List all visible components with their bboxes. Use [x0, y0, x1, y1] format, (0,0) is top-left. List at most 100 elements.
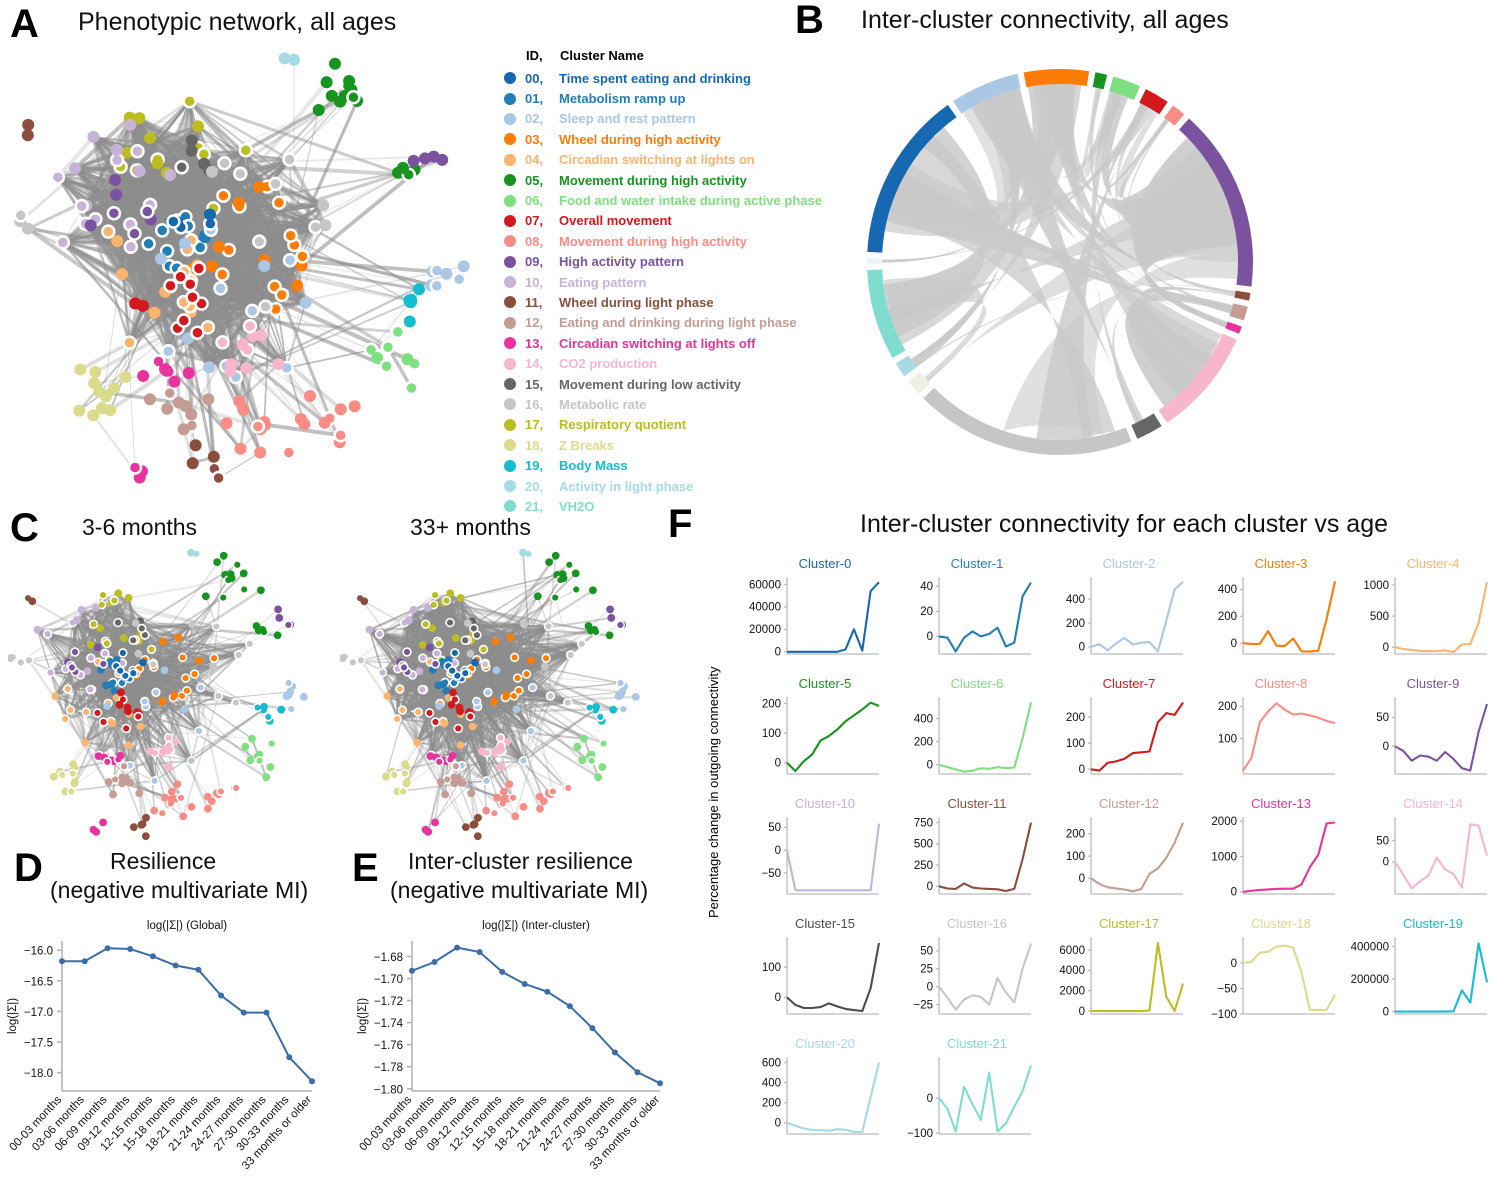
legend-item-id: 01, — [525, 91, 559, 106]
subplot-y-tick: 25 — [920, 964, 933, 976]
legend-color-dot — [504, 72, 516, 84]
subplot-line — [939, 583, 1031, 652]
legend-color-dot — [504, 195, 516, 207]
legend-color-dot — [504, 133, 516, 145]
legend-item: 21,VH2O — [504, 496, 804, 516]
cluster-subplot: Cluster-00200004000060000 — [735, 556, 887, 676]
subplot-line — [1243, 581, 1335, 651]
cluster-subplot: Cluster-150100 — [735, 916, 887, 1036]
legend-item-id: 18, — [525, 438, 559, 453]
legend-header-id: ID, — [526, 48, 560, 63]
legend-item: 11,Wheel during light phase — [504, 292, 804, 312]
panel-a-letter: A — [10, 4, 39, 44]
subplot-line — [1243, 946, 1335, 1010]
legend-color-dot — [504, 337, 516, 349]
legend-item: 06,Food and water intake during active p… — [504, 190, 804, 210]
subplot-title: Cluster-2 — [1079, 556, 1179, 571]
subplot-y-tick: −50 — [1217, 983, 1237, 995]
legend-item: 13,Circadian switching at lights off — [504, 333, 804, 353]
subplot-y-tick: 1000 — [1211, 851, 1237, 863]
chord-arc-18[interactable] — [908, 372, 930, 394]
legend-item-id: 04, — [525, 152, 559, 167]
subplot-title: Cluster-11 — [927, 796, 1027, 811]
data-line — [62, 948, 312, 1081]
y-tick-label: −1.74 — [374, 1018, 404, 1030]
subplot-line — [939, 944, 1031, 1010]
cluster-subplot: Cluster-30200400 — [1191, 556, 1343, 676]
legend-item-id: 19, — [525, 458, 559, 473]
panel-a-network — [0, 40, 500, 490]
chord-arc-05[interactable] — [1093, 72, 1108, 89]
panel-d-letter: D — [14, 848, 43, 888]
legend-item-name: Movement during high activity — [559, 173, 747, 188]
subplot-y-tick: 500 — [914, 839, 933, 851]
legend-item-name: Body Mass — [559, 458, 628, 473]
subplot-y-tick: 40000 — [749, 602, 781, 614]
subplot-line — [1395, 943, 1487, 1011]
subplot-y-tick: 50 — [768, 822, 781, 834]
data-line — [412, 948, 660, 1084]
subplot-line — [787, 824, 879, 891]
subplot-y-tick: 0 — [927, 981, 933, 993]
subplot-line — [1395, 582, 1487, 652]
legend-item-id: 13, — [525, 336, 559, 351]
subplot-y-tick: 0 — [1079, 764, 1085, 776]
y-tick-label: −17.0 — [24, 1007, 53, 1019]
legend-item: 14,CO2 production — [504, 353, 804, 373]
subplot-y-tick: 0 — [927, 760, 933, 772]
subplot-line — [1091, 823, 1183, 892]
chord-arc-other[interactable] — [867, 258, 882, 263]
data-point — [286, 1054, 292, 1060]
subplot-y-tick: 100 — [762, 962, 781, 974]
legend-item: 08,Movement during high activity — [504, 231, 804, 251]
legend-item-name: High activity pattern — [559, 254, 684, 269]
subplot-line — [1091, 582, 1183, 652]
subplot-title: Cluster-3 — [1231, 556, 1331, 571]
subplot-line — [787, 943, 879, 1011]
cluster-subplot: Cluster-20200400 — [1039, 556, 1191, 676]
panel-d-chart: log(|Σ|) (Global)−16.0−16.5−17.0−17.5−18… — [0, 905, 340, 1190]
legend-item: 09,High activity pattern — [504, 252, 804, 272]
subplot-y-tick: 0 — [1231, 958, 1237, 970]
chord-arc-11[interactable] — [1234, 291, 1250, 301]
legend-item-id: 03, — [525, 132, 559, 147]
panel-e-title-line1: Inter-cluster resilience — [408, 848, 633, 875]
subplot-line — [939, 823, 1031, 891]
legend-item: 03,Wheel during high activity — [504, 129, 804, 149]
legend-item-id: 05, — [525, 173, 559, 188]
legend-item-name: Food and water intake during active phas… — [559, 193, 822, 208]
legend-item-name: Wheel during high activity — [559, 132, 721, 147]
subplot-y-tick: 50 — [1376, 835, 1389, 847]
cluster-subplot: Cluster-190200000400000 — [1343, 916, 1495, 1036]
data-point — [522, 981, 528, 987]
cluster-subplot: Cluster-50100200 — [735, 676, 887, 796]
subplot-title: Cluster-14 — [1383, 796, 1483, 811]
y-tick-label: −17.5 — [24, 1038, 53, 1050]
subplot-y-tick: 0 — [775, 1118, 781, 1130]
chord-arc-13[interactable] — [1225, 322, 1242, 334]
cluster-subplot: Cluster-18−100−500 — [1191, 916, 1343, 1036]
legend-color-dot — [504, 358, 516, 370]
legend-item: 18,Z Breaks — [504, 435, 804, 455]
data-point — [195, 967, 201, 973]
subplot-y-tick: 200 — [1066, 712, 1085, 724]
subplot-title: Cluster-1 — [927, 556, 1027, 571]
legend-color-dot — [504, 398, 516, 410]
cluster-subplot: Cluster-200200400600 — [735, 1036, 887, 1156]
data-point — [150, 953, 156, 959]
legend-item-name: Overall movement — [559, 213, 672, 228]
legend-item-id: 16, — [525, 397, 559, 412]
legend-item-id: 17, — [525, 417, 559, 432]
subplot-y-tick: 0 — [927, 1093, 933, 1105]
legend-item: 16,Metabolic rate — [504, 394, 804, 414]
legend-item-name: Z Breaks — [559, 438, 614, 453]
subplot-y-tick: 200 — [914, 736, 933, 748]
data-point — [544, 989, 550, 995]
panel-c-title-right: 33+ months — [410, 514, 531, 541]
legend-color-dot — [504, 378, 516, 390]
data-point — [82, 958, 88, 964]
subplot-y-tick: 20 — [920, 606, 933, 618]
cluster-subplot: Cluster-60200400 — [887, 676, 1039, 796]
subplot-y-tick: 400 — [1066, 594, 1085, 606]
data-point — [567, 1003, 573, 1009]
